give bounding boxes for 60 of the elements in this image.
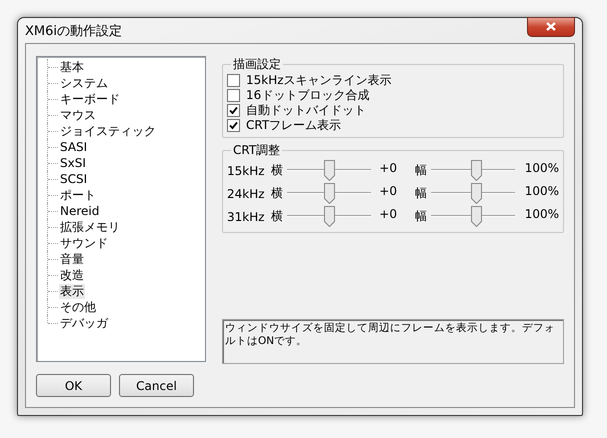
cancel-button[interactable]: Cancel: [119, 374, 194, 397]
frequency-label: 24kHz: [227, 186, 266, 200]
tree-item[interactable]: Nereid: [59, 204, 100, 218]
slider-thumb[interactable]: [324, 160, 334, 180]
slider-thumb[interactable]: [324, 206, 334, 226]
tree-item[interactable]: 表示: [59, 284, 85, 298]
tree-item[interactable]: キーボード: [59, 92, 121, 106]
tree-item[interactable]: 基本: [59, 60, 85, 74]
slider[interactable]: [287, 206, 371, 228]
tree-item[interactable]: 改造: [59, 268, 85, 282]
tree-item[interactable]: マウス: [59, 108, 97, 122]
description-text: ウィンドウサイズを固定して周辺にフレームを表示します。デフォルトはONです。: [222, 319, 564, 364]
slider-label: 幅: [414, 162, 427, 179]
checkbox-label[interactable]: 自動ドットバイドット: [246, 102, 366, 119]
group-title: CRT調整: [232, 142, 282, 159]
checkbox[interactable]: [227, 104, 240, 117]
slider[interactable]: [287, 160, 371, 182]
tree-item[interactable]: デバッガ: [59, 316, 109, 330]
tree-item[interactable]: SxSI: [59, 156, 87, 170]
checkbox-label[interactable]: 16ドットブロック合成: [246, 87, 370, 104]
slider-label: 横: [271, 162, 283, 179]
slider-value: 100%: [524, 206, 559, 221]
checkbox-label[interactable]: CRTフレーム表示: [246, 117, 342, 134]
slider-value: +0: [378, 206, 397, 221]
tree-item[interactable]: ジョイスティック: [59, 124, 157, 138]
slider-value: +0: [378, 183, 397, 198]
slider-label: 横: [271, 208, 283, 225]
tree-item[interactable]: ポート: [59, 188, 97, 202]
checkbox[interactable]: [227, 89, 240, 102]
slider-value: +0: [378, 160, 397, 175]
slider-thumb[interactable]: [471, 206, 482, 226]
close-button[interactable]: [527, 16, 575, 36]
checkbox[interactable]: [227, 119, 240, 132]
tree-item[interactable]: サウンド: [59, 236, 109, 250]
tree-item[interactable]: 音量: [59, 252, 85, 266]
frequency-label: 15kHz: [227, 164, 266, 178]
slider[interactable]: [287, 182, 371, 204]
tree-item[interactable]: 拡張メモリ: [59, 220, 121, 234]
tree-item[interactable]: システム: [59, 76, 109, 90]
frequency-label: 31kHz: [227, 210, 266, 224]
slider[interactable]: [431, 206, 515, 228]
slider-thumb[interactable]: [471, 182, 482, 204]
slider-value: 100%: [524, 183, 559, 198]
tree-item[interactable]: SASI: [59, 140, 88, 154]
slider-value: 100%: [524, 160, 559, 175]
slider-label: 幅: [414, 208, 427, 225]
checkbox[interactable]: [227, 74, 240, 87]
slider-label: 幅: [414, 185, 427, 202]
group-title: 描画設定: [232, 56, 282, 73]
ok-button[interactable]: OK: [36, 374, 111, 397]
slider-label: 横: [271, 185, 283, 202]
slider[interactable]: [431, 160, 515, 182]
tree-item[interactable]: その他: [59, 300, 97, 314]
close-icon: [546, 22, 556, 31]
slider-thumb[interactable]: [324, 182, 334, 204]
checkbox-label[interactable]: 15kHzスキャンライン表示: [246, 72, 392, 89]
tree-item[interactable]: SCSI: [59, 172, 88, 186]
slider[interactable]: [431, 182, 515, 204]
window-title: XM6iの動作設定: [25, 22, 122, 40]
slider-thumb[interactable]: [471, 160, 482, 180]
